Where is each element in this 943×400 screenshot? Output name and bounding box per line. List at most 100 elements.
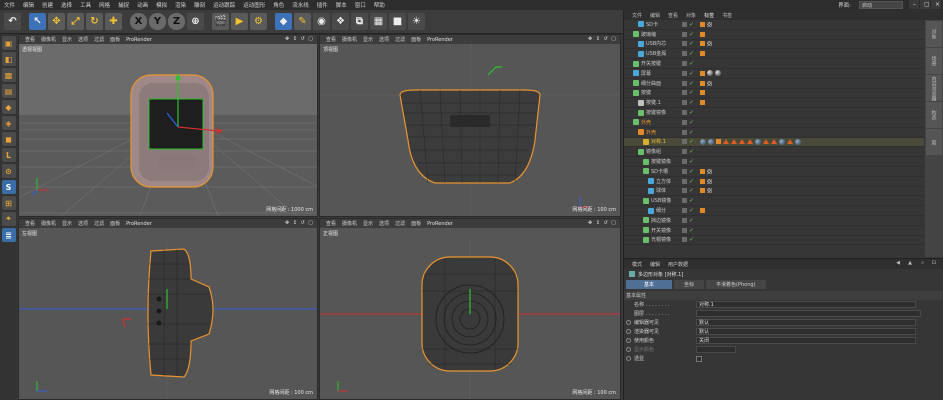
visibility-toggles[interactable]: ✓ — [682, 99, 694, 106]
axis-z-button[interactable]: Z — [168, 13, 185, 30]
vp-menu-prorender[interactable]: ProRender — [123, 37, 155, 43]
object-row[interactable]: 光帽镜像 ✓ — [624, 236, 924, 246]
object-row[interactable]: 外壳 ✓ — [624, 128, 924, 138]
editor-dot-icon[interactable] — [682, 90, 687, 96]
editor-dot-icon[interactable] — [682, 110, 687, 116]
texture-tag-icon[interactable] — [707, 80, 712, 86]
visibility-toggles[interactable]: ✓ — [682, 21, 694, 28]
light-icon[interactable]: ☀ — [408, 13, 425, 30]
vp-menu-camera[interactable]: 摄像机 — [339, 36, 360, 43]
enabled-check-icon[interactable]: ✓ — [689, 80, 694, 87]
side-tab-structure[interactable]: 构造 — [926, 102, 942, 128]
menu-file[interactable]: 文件 — [0, 1, 19, 9]
enabled-check-icon[interactable]: ✓ — [689, 158, 694, 165]
editor-dot-icon[interactable] — [682, 31, 687, 37]
editor-dot-icon[interactable] — [682, 61, 687, 67]
enabled-check-icon[interactable]: ✓ — [689, 99, 694, 106]
texture-tag-icon[interactable] — [707, 21, 712, 27]
phong-tag-icon[interactable] — [700, 31, 705, 37]
visibility-toggles[interactable]: ✓ — [682, 158, 694, 165]
object-name[interactable]: SD卡槽 — [651, 168, 668, 175]
vp-menu-display[interactable]: 显示 — [360, 36, 376, 43]
viewport-front[interactable]: 查看 摄像机 显示 选项 过滤 面板 ProRender ✥ ↕ ↺ ▢ 正视图… — [319, 218, 621, 400]
use-color-select[interactable]: 关闭 — [696, 337, 916, 344]
menu-help[interactable]: 帮助 — [370, 1, 389, 9]
enabled-check-icon[interactable]: ✓ — [689, 227, 694, 234]
vp-menu-prorender[interactable]: ProRender — [424, 221, 456, 227]
menu-edit[interactable]: 编辑 — [19, 1, 38, 9]
enabled-check-icon[interactable]: ✓ — [689, 217, 694, 224]
editor-dot-icon[interactable] — [682, 208, 687, 214]
enabled-check-icon[interactable]: ✓ — [689, 207, 694, 214]
deformer-icon[interactable]: ⧉ — [351, 13, 368, 30]
viewport-top[interactable]: 查看 摄像机 显示 选项 过滤 面板 ProRender ✥ ↕ ↺ ▢ 顶视图… — [319, 34, 621, 217]
editor-visible-select[interactable]: 默认 — [696, 319, 916, 326]
layer-input[interactable] — [696, 310, 921, 317]
phong-tag-icon[interactable] — [700, 70, 705, 76]
menu-motion-tracking[interactable]: 运动跟踪 — [209, 1, 239, 9]
editor-dot-icon[interactable] — [682, 41, 687, 47]
vp-menu-display[interactable]: 显示 — [59, 220, 75, 227]
layout-select[interactable]: 启动 — [859, 1, 903, 9]
maximize-icon[interactable]: ▢ — [920, 0, 930, 9]
editor-dot-icon[interactable] — [682, 70, 687, 76]
material-tag-icon[interactable] — [708, 138, 714, 145]
visibility-toggles[interactable]: ✓ — [682, 227, 694, 234]
object-name[interactable]: 外壳 — [646, 129, 656, 136]
enabled-check-icon[interactable]: ✓ — [689, 138, 694, 145]
texture-mode-icon[interactable]: ▩ — [1, 68, 16, 82]
menu-character[interactable]: 角色 — [269, 1, 288, 9]
vp-menu-view[interactable]: 查看 — [323, 36, 339, 43]
texture-tag-icon[interactable] — [707, 41, 712, 47]
vp-menu-view[interactable]: 查看 — [323, 220, 339, 227]
editor-dot-icon[interactable] — [682, 129, 687, 135]
visibility-toggles[interactable]: ✓ — [682, 50, 694, 57]
keyframe-dot-icon[interactable] — [626, 329, 631, 334]
phong-tag-icon[interactable] — [700, 90, 705, 96]
side-tab-scene[interactable]: 场景 — [926, 48, 942, 74]
visibility-toggles[interactable]: ✓ — [682, 70, 694, 77]
enabled-check-icon[interactable]: ✓ — [689, 178, 694, 185]
selection-tag-icon[interactable] — [731, 139, 737, 145]
vp-menu-options[interactable]: 选项 — [376, 220, 392, 227]
editor-dot-icon[interactable] — [682, 139, 687, 145]
enabled-check-icon[interactable]: ✓ — [689, 70, 694, 77]
layers-icon[interactable]: ≣ — [1, 228, 16, 242]
object-row[interactable]: USB内芯 ✓ — [624, 40, 924, 50]
close-icon[interactable]: × — [931, 0, 941, 9]
selection-tag-icon[interactable] — [747, 139, 753, 145]
name-input[interactable]: 对称.1 — [696, 301, 916, 308]
menu-window[interactable]: 窗口 — [351, 1, 370, 9]
tab-basic[interactable]: 基本 — [626, 279, 673, 289]
material-tag-icon[interactable] — [795, 138, 801, 145]
vp-menu-panel[interactable]: 面板 — [408, 220, 424, 227]
object-name[interactable]: 按键.1 — [646, 99, 661, 106]
selection-tag-icon[interactable] — [763, 139, 769, 145]
menu-animate[interactable]: 动画 — [133, 1, 152, 9]
pen-spline-icon[interactable]: ✎ — [294, 13, 311, 30]
menu-simulate[interactable]: 模拟 — [152, 1, 171, 9]
vp-menu-panel[interactable]: 面板 — [408, 36, 424, 43]
material-tag-icon[interactable] — [707, 70, 713, 77]
vp-menu-view[interactable]: 查看 — [22, 220, 38, 227]
viewport-left[interactable]: 查看 摄像机 显示 选项 过滤 面板 ProRender ✥ ↕ ↺ ▢ 左视图… — [18, 218, 318, 400]
object-row[interactable]: 玻璃缩 ✓ — [624, 30, 924, 40]
keyframe-dot-icon[interactable] — [626, 347, 631, 352]
render-settings-icon[interactable]: ⚙ — [250, 13, 267, 30]
enabled-check-icon[interactable]: ✓ — [689, 89, 694, 96]
visibility-toggles[interactable]: ✓ — [682, 89, 694, 96]
menu-select[interactable]: 选择 — [57, 1, 76, 9]
editor-dot-icon[interactable] — [682, 119, 687, 125]
visibility-toggles[interactable]: ✓ — [682, 119, 694, 126]
vp-menu-options[interactable]: 选项 — [75, 36, 91, 43]
editor-dot-icon[interactable] — [682, 21, 687, 27]
arrow-back-icon[interactable]: ◀ — [892, 260, 904, 266]
object-name[interactable]: USB金属 — [646, 50, 666, 57]
axis-x-button[interactable]: X — [130, 13, 147, 30]
object-row[interactable]: USB镜像 ✓ — [624, 196, 924, 207]
attr-menu-edit[interactable]: 编辑 — [646, 261, 664, 268]
editor-dot-icon[interactable] — [682, 80, 687, 86]
editor-dot-icon[interactable] — [682, 168, 687, 174]
menu-create[interactable]: 创建 — [38, 1, 57, 9]
editor-dot-icon[interactable] — [682, 198, 687, 204]
